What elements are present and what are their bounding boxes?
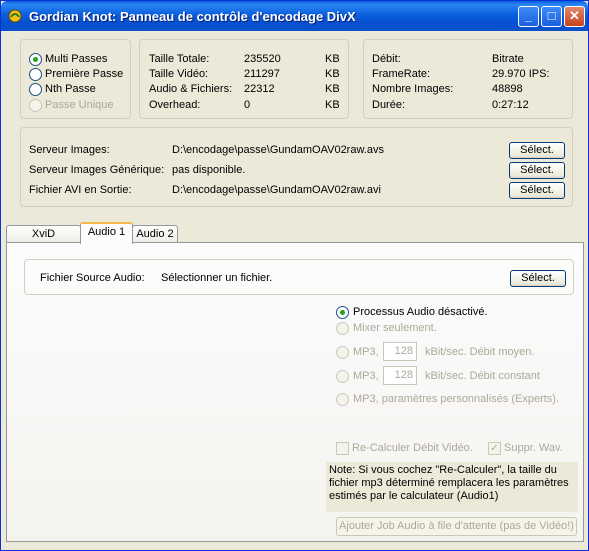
- radio-label-nth-passe[interactable]: Nth Passe: [45, 83, 96, 95]
- radio-nth-passe[interactable]: [29, 83, 42, 96]
- recalc-checkbox: [336, 442, 349, 455]
- gordian-knot-app-icon: [8, 9, 22, 23]
- radio-label-mp3-cbr: MP3,: [353, 370, 379, 382]
- radio-label-mp3-custom: MP3, paramètres personnalisés (Experts).: [353, 393, 560, 405]
- main-window: Gordian Knot: Panneau de contrôle d'enco…: [0, 0, 589, 551]
- maximize-icon: □: [547, 8, 556, 23]
- radio-label-mixer-only: Mixer seulement.: [353, 322, 437, 334]
- size-unit-overhead: KB: [325, 99, 340, 111]
- window-title: Gordian Knot: Panneau de contrôle d'enco…: [29, 9, 356, 24]
- radio-mixer-only: [336, 322, 349, 335]
- info-label-nombre-images: Nombre Images:: [372, 83, 454, 95]
- mp3-abr-bitrate-input: 128: [383, 342, 417, 361]
- radio-mp3-cbr: [336, 370, 349, 383]
- close-button[interactable]: ✕: [564, 6, 585, 27]
- sizes-group: Taille Totale: 235520 KB Taille Vidéo: 2…: [139, 39, 349, 119]
- info-label-duree: Durée:: [372, 99, 406, 111]
- size-label-overhead: Overhead:: [149, 99, 201, 111]
- radio-multi-passes[interactable]: [29, 53, 42, 66]
- size-unit-total: KB: [325, 53, 340, 65]
- info-label-framerate: FrameRate:: [372, 68, 431, 80]
- file-value-serveur-images: D:\encodage\passe\GundamOAV02raw.avs: [172, 144, 384, 156]
- info-value-debit: Bitrate: [492, 53, 524, 65]
- select-serveur-generique-button[interactable]: Sélect.: [509, 162, 565, 179]
- radio-passe-unique: [29, 99, 42, 112]
- file-value-serveur-generique: pas disponible.: [172, 164, 246, 176]
- info-label-debit: Débit:: [372, 53, 401, 65]
- tab-audio-1[interactable]: Audio 1: [80, 222, 133, 244]
- close-icon: ✕: [569, 8, 580, 23]
- select-audio-source-button[interactable]: Sélect.: [510, 270, 566, 287]
- file-value-avi-sortie: D:\encodage\passe\GundamOAV02raw.avi: [172, 184, 381, 196]
- size-value-total: 235520: [244, 53, 281, 65]
- size-unit-audio: KB: [325, 83, 340, 95]
- radio-label-audio-disabled[interactable]: Processus Audio désactivé.: [353, 306, 488, 318]
- size-label-audio: Audio & Fichiers:: [149, 83, 233, 95]
- radio-label-mp3-abr: MP3,: [353, 346, 379, 358]
- suppr-wav-checkbox: ✓: [488, 442, 501, 455]
- files-group: Serveur Images: D:\encodage\passe\Gundam…: [20, 127, 573, 207]
- size-value-audio: 22312: [244, 83, 275, 95]
- recalc-label: Re-Calculer Débit Vidéo.: [352, 442, 473, 454]
- file-label-serveur-images: Serveur Images:: [29, 144, 110, 156]
- select-serveur-images-button[interactable]: Sélect.: [509, 142, 565, 159]
- pass-mode-group: Multi Passes Première Passe Nth Passe Pa…: [20, 39, 131, 119]
- radio-mp3-custom: [336, 393, 349, 406]
- size-value-video: 211297: [244, 68, 280, 80]
- size-label-total: Taille Totale:: [149, 53, 210, 65]
- add-audio-job-button: Ajouter Job Audio à file d'attente (pas …: [336, 517, 577, 536]
- mp3-cbr-suffix: kBit/sec. Débit constant: [425, 370, 540, 382]
- suppr-wav-label: Suppr. Wav.: [504, 442, 563, 454]
- size-label-video: Taille Vidéo:: [149, 68, 209, 80]
- size-unit-video: KB: [325, 68, 340, 80]
- maximize-button[interactable]: □: [541, 6, 562, 27]
- info-value-duree: 0:27:12: [492, 99, 529, 111]
- radio-label-passe-unique: Passe Unique: [45, 99, 114, 111]
- minimize-icon: _: [524, 8, 533, 23]
- radio-premiere-passe[interactable]: [29, 68, 42, 81]
- info-value-framerate: 29.970 IPS:: [492, 68, 550, 80]
- recalc-note: Note: Si vous cochez "Re-Calculer", la t…: [326, 462, 578, 512]
- radio-mp3-abr: [336, 346, 349, 359]
- info-group: Débit: Bitrate FrameRate: 29.970 IPS: No…: [363, 39, 573, 119]
- audio-source-group: Fichier Source Audio: Sélectionner un fi…: [24, 259, 574, 295]
- radio-audio-disabled[interactable]: [336, 306, 349, 319]
- tab-xvid[interactable]: XviD: [6, 225, 81, 243]
- tab-audio-2[interactable]: Audio 2: [132, 225, 178, 243]
- radio-label-premiere-passe[interactable]: Première Passe: [45, 68, 123, 80]
- title-bar[interactable]: Gordian Knot: Panneau de contrôle d'enco…: [1, 1, 588, 31]
- select-avi-sortie-button[interactable]: Sélect.: [509, 182, 565, 199]
- file-label-serveur-generique: Serveur Images Générique:: [29, 164, 165, 176]
- audio-source-label: Fichier Source Audio:: [40, 272, 145, 284]
- recalc-note-text: Note: Si vous cochez "Re-Calculer", la t…: [329, 464, 569, 502]
- info-value-nombre-images: 48898: [492, 83, 523, 95]
- audio-source-value: Sélectionner un fichier.: [161, 272, 273, 284]
- size-value-overhead: 0: [244, 99, 251, 111]
- mp3-abr-suffix: kBit/sec. Débit moyen.: [425, 346, 535, 358]
- mp3-cbr-bitrate-input: 128: [383, 366, 417, 385]
- file-label-avi-sortie: Fichier AVI en Sortie:: [29, 184, 132, 196]
- minimize-button[interactable]: _: [518, 6, 539, 27]
- check-icon: ✓: [490, 443, 499, 454]
- radio-label-multi-passes[interactable]: Multi Passes: [45, 53, 107, 65]
